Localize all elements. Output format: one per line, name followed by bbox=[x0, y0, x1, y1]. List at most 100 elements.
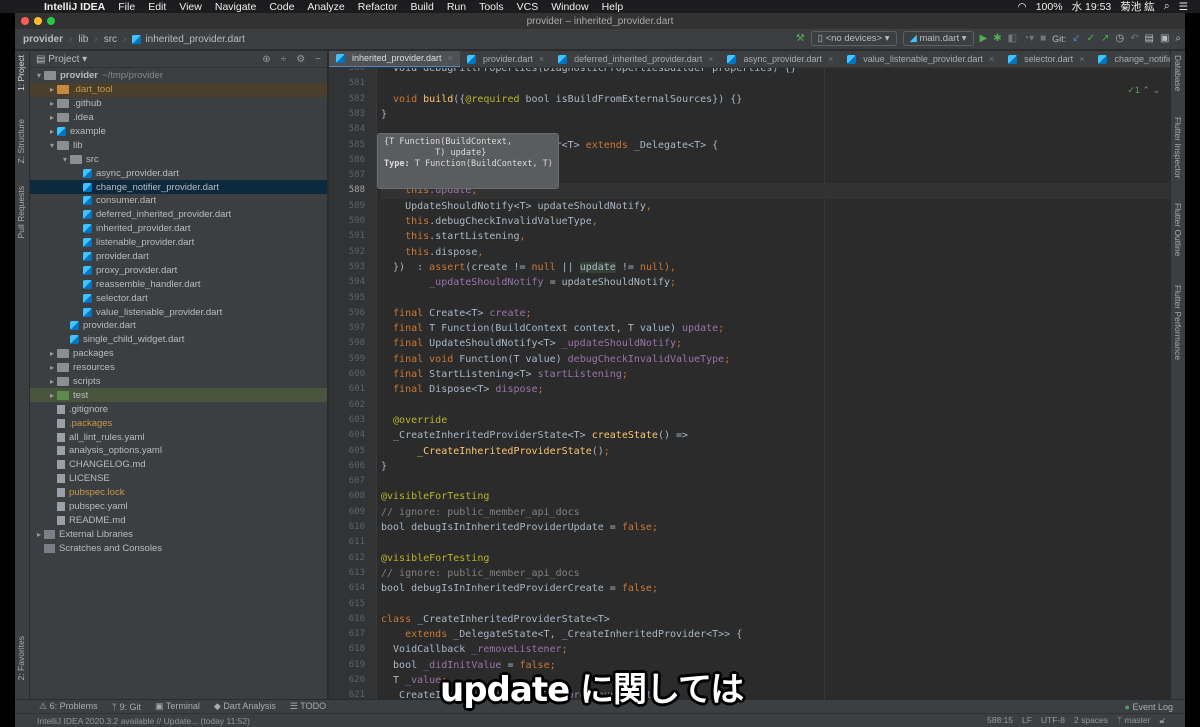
tool-flutter-outline[interactable]: Flutter Outline bbox=[1173, 203, 1183, 256]
tool-project[interactable]: 1: Project bbox=[16, 55, 26, 91]
coverage-icon[interactable]: ◧ bbox=[1008, 33, 1017, 44]
user-name[interactable]: 菊池 紘 bbox=[1120, 0, 1154, 14]
tree-item[interactable]: ▸ test bbox=[30, 388, 327, 403]
rollback-icon[interactable]: ↶ bbox=[1130, 33, 1138, 44]
code-line[interactable]: _CreateInheritedProviderState<T> createS… bbox=[381, 428, 1170, 443]
indent[interactable]: 2 spaces bbox=[1074, 715, 1108, 726]
tree-item[interactable]: listenable_provider.dart bbox=[30, 236, 327, 250]
breadcrumb-src[interactable]: src bbox=[104, 34, 117, 45]
tree-item[interactable]: proxy_provider.dart bbox=[30, 263, 327, 277]
menu-run[interactable]: Run bbox=[447, 1, 466, 13]
code-line[interactable]: } bbox=[381, 107, 1170, 122]
code-line[interactable]: @visibleForTesting bbox=[381, 489, 1170, 504]
locate-icon[interactable]: ⊕ bbox=[262, 54, 270, 65]
debug-icon[interactable]: ✱ bbox=[993, 33, 1001, 44]
tree-item[interactable]: ▾ lib bbox=[30, 138, 327, 152]
tool-terminal[interactable]: ▣ Terminal bbox=[155, 701, 200, 712]
event-log-button[interactable]: ● Event Log bbox=[1125, 702, 1173, 712]
tree-item[interactable]: .gitignore bbox=[30, 402, 327, 416]
code-line[interactable]: bool debugIsInInheritedProviderCreate = … bbox=[381, 581, 1170, 596]
tool-structure[interactable]: Z: Structure bbox=[16, 119, 26, 163]
menu-code[interactable]: Code bbox=[269, 1, 294, 13]
expand-arrow-icon[interactable]: ▸ bbox=[47, 113, 57, 122]
close-tab-icon[interactable]: × bbox=[539, 54, 544, 64]
profile-icon[interactable]: ◔▾ bbox=[1023, 33, 1034, 44]
menu-refactor[interactable]: Refactor bbox=[358, 1, 398, 13]
close-tab-icon[interactable]: × bbox=[828, 54, 833, 64]
code-line[interactable]: final StartListening<T> startListening; bbox=[381, 367, 1170, 382]
collapse-all-icon[interactable]: ÷ bbox=[281, 54, 287, 65]
tree-item[interactable]: single_child_widget.dart bbox=[30, 333, 327, 347]
close-tab-icon[interactable]: × bbox=[448, 53, 453, 63]
expand-arrow-icon[interactable]: ▸ bbox=[47, 349, 57, 358]
code-line[interactable]: void build({@required bool isBuildFromEx… bbox=[381, 92, 1170, 107]
tree-item[interactable]: provider.dart bbox=[30, 319, 327, 333]
hammer-icon[interactable]: ⚒ bbox=[796, 33, 805, 44]
tree-item[interactable]: provider.dart bbox=[30, 250, 327, 264]
menu-navigate[interactable]: Navigate bbox=[215, 1, 256, 13]
tree-item[interactable]: Scratches and Consoles bbox=[30, 541, 327, 555]
code-line[interactable]: this.debugCheckInvalidValueType, bbox=[381, 214, 1170, 229]
git-push-icon[interactable]: ↗ bbox=[1101, 33, 1109, 44]
menu-tools[interactable]: Tools bbox=[479, 1, 504, 13]
tree-item[interactable]: ▸ External Libraries bbox=[30, 527, 327, 541]
menu-help[interactable]: Help bbox=[602, 1, 624, 13]
code-line[interactable]: final void Function(T value) debugCheckI… bbox=[381, 352, 1170, 367]
menu-window[interactable]: Window bbox=[551, 1, 588, 13]
menu-build[interactable]: Build bbox=[410, 1, 433, 13]
code-line[interactable]: VoidCallback _removeListener; bbox=[381, 642, 1170, 657]
tool-problems[interactable]: ⚠ 6: Problems bbox=[39, 701, 98, 712]
tab-selector-dart[interactable]: selector.dart × bbox=[1001, 51, 1091, 67]
search-everywhere-icon[interactable]: ⌕ bbox=[1175, 33, 1181, 44]
tree-item[interactable]: .packages bbox=[30, 416, 327, 430]
tree-item[interactable]: ▸ resources bbox=[30, 361, 327, 375]
tree-item[interactable]: ▸ .github bbox=[30, 97, 327, 111]
minimize-window-button[interactable] bbox=[34, 17, 42, 25]
encoding[interactable]: UTF-8 bbox=[1041, 715, 1065, 726]
tree-item[interactable]: inherited_provider.dart bbox=[30, 222, 327, 236]
tree-item[interactable]: ▸ .idea bbox=[30, 111, 327, 125]
tree-item[interactable]: ▸ packages bbox=[30, 347, 327, 361]
code-line[interactable]: final Dispose<T> dispose; bbox=[381, 382, 1170, 397]
tree-item[interactable]: value_listenable_provider.dart bbox=[30, 305, 327, 319]
tool-flutter-performance[interactable]: Flutter Performance bbox=[1173, 285, 1183, 360]
code-line[interactable]: final UpdateShouldNotify<T> _updateShoul… bbox=[381, 336, 1170, 351]
tab-value-listenable-provider-dart[interactable]: value_listenable_provider.dart × bbox=[840, 51, 1001, 67]
expand-arrow-icon[interactable]: ▸ bbox=[34, 530, 44, 539]
code-line[interactable] bbox=[381, 535, 1170, 550]
close-tab-icon[interactable]: × bbox=[1079, 54, 1084, 64]
menu-view[interactable]: View bbox=[179, 1, 202, 13]
tree-item[interactable]: pubspec.yaml bbox=[30, 500, 327, 514]
tree-item[interactable]: analysis_options.yaml bbox=[30, 444, 327, 458]
code-line[interactable]: @override bbox=[381, 413, 1170, 428]
tree-item[interactable]: CHANGELOG.md bbox=[30, 458, 327, 472]
tree-item[interactable]: ▾ provider ~/tmp/provider bbox=[30, 69, 327, 83]
expand-arrow-icon[interactable]: ▸ bbox=[47, 99, 57, 108]
tool-pull-requests[interactable]: Pull Requests bbox=[16, 186, 26, 238]
menu-app[interactable]: IntelliJ IDEA bbox=[44, 1, 105, 13]
run-icon[interactable]: ▶ bbox=[980, 33, 988, 44]
tree-item[interactable]: deferred_inherited_provider.dart bbox=[30, 208, 327, 222]
code-line[interactable]: this.dispose, bbox=[381, 245, 1170, 260]
tool-favorites[interactable]: 2: Favorites bbox=[16, 636, 26, 680]
search-icon[interactable]: ⌕ bbox=[1164, 0, 1170, 13]
expand-arrow-icon[interactable]: ▾ bbox=[60, 155, 70, 164]
gear-icon[interactable]: ⚙ bbox=[296, 54, 305, 65]
caret-position[interactable]: 588:15 bbox=[987, 715, 1013, 726]
code-line[interactable]: this.startListening, bbox=[381, 229, 1170, 244]
code-line[interactable] bbox=[381, 76, 1170, 91]
code-line[interactable]: final T Function(BuildContext context, T… bbox=[381, 321, 1170, 336]
expand-arrow-icon[interactable]: ▸ bbox=[47, 377, 57, 386]
close-tab-icon[interactable]: × bbox=[708, 54, 713, 64]
expand-arrow-icon[interactable]: ▾ bbox=[34, 71, 44, 80]
code-line[interactable]: class _CreateInheritedProviderState<T> bbox=[381, 612, 1170, 627]
run-config-selector[interactable]: ◢ main.dart ▾ bbox=[902, 31, 974, 46]
tree-item[interactable]: ▸ scripts bbox=[30, 375, 327, 389]
hide-icon[interactable]: − bbox=[315, 54, 321, 65]
tree-item[interactable]: change_notifier_provider.dart bbox=[30, 180, 327, 195]
close-tab-icon[interactable]: × bbox=[989, 54, 994, 64]
tree-item[interactable]: ▸ example bbox=[30, 125, 327, 139]
code-line[interactable] bbox=[381, 398, 1170, 413]
code-line[interactable]: final Create<T> create; bbox=[381, 306, 1170, 321]
breadcrumb-lib[interactable]: lib bbox=[78, 34, 88, 45]
